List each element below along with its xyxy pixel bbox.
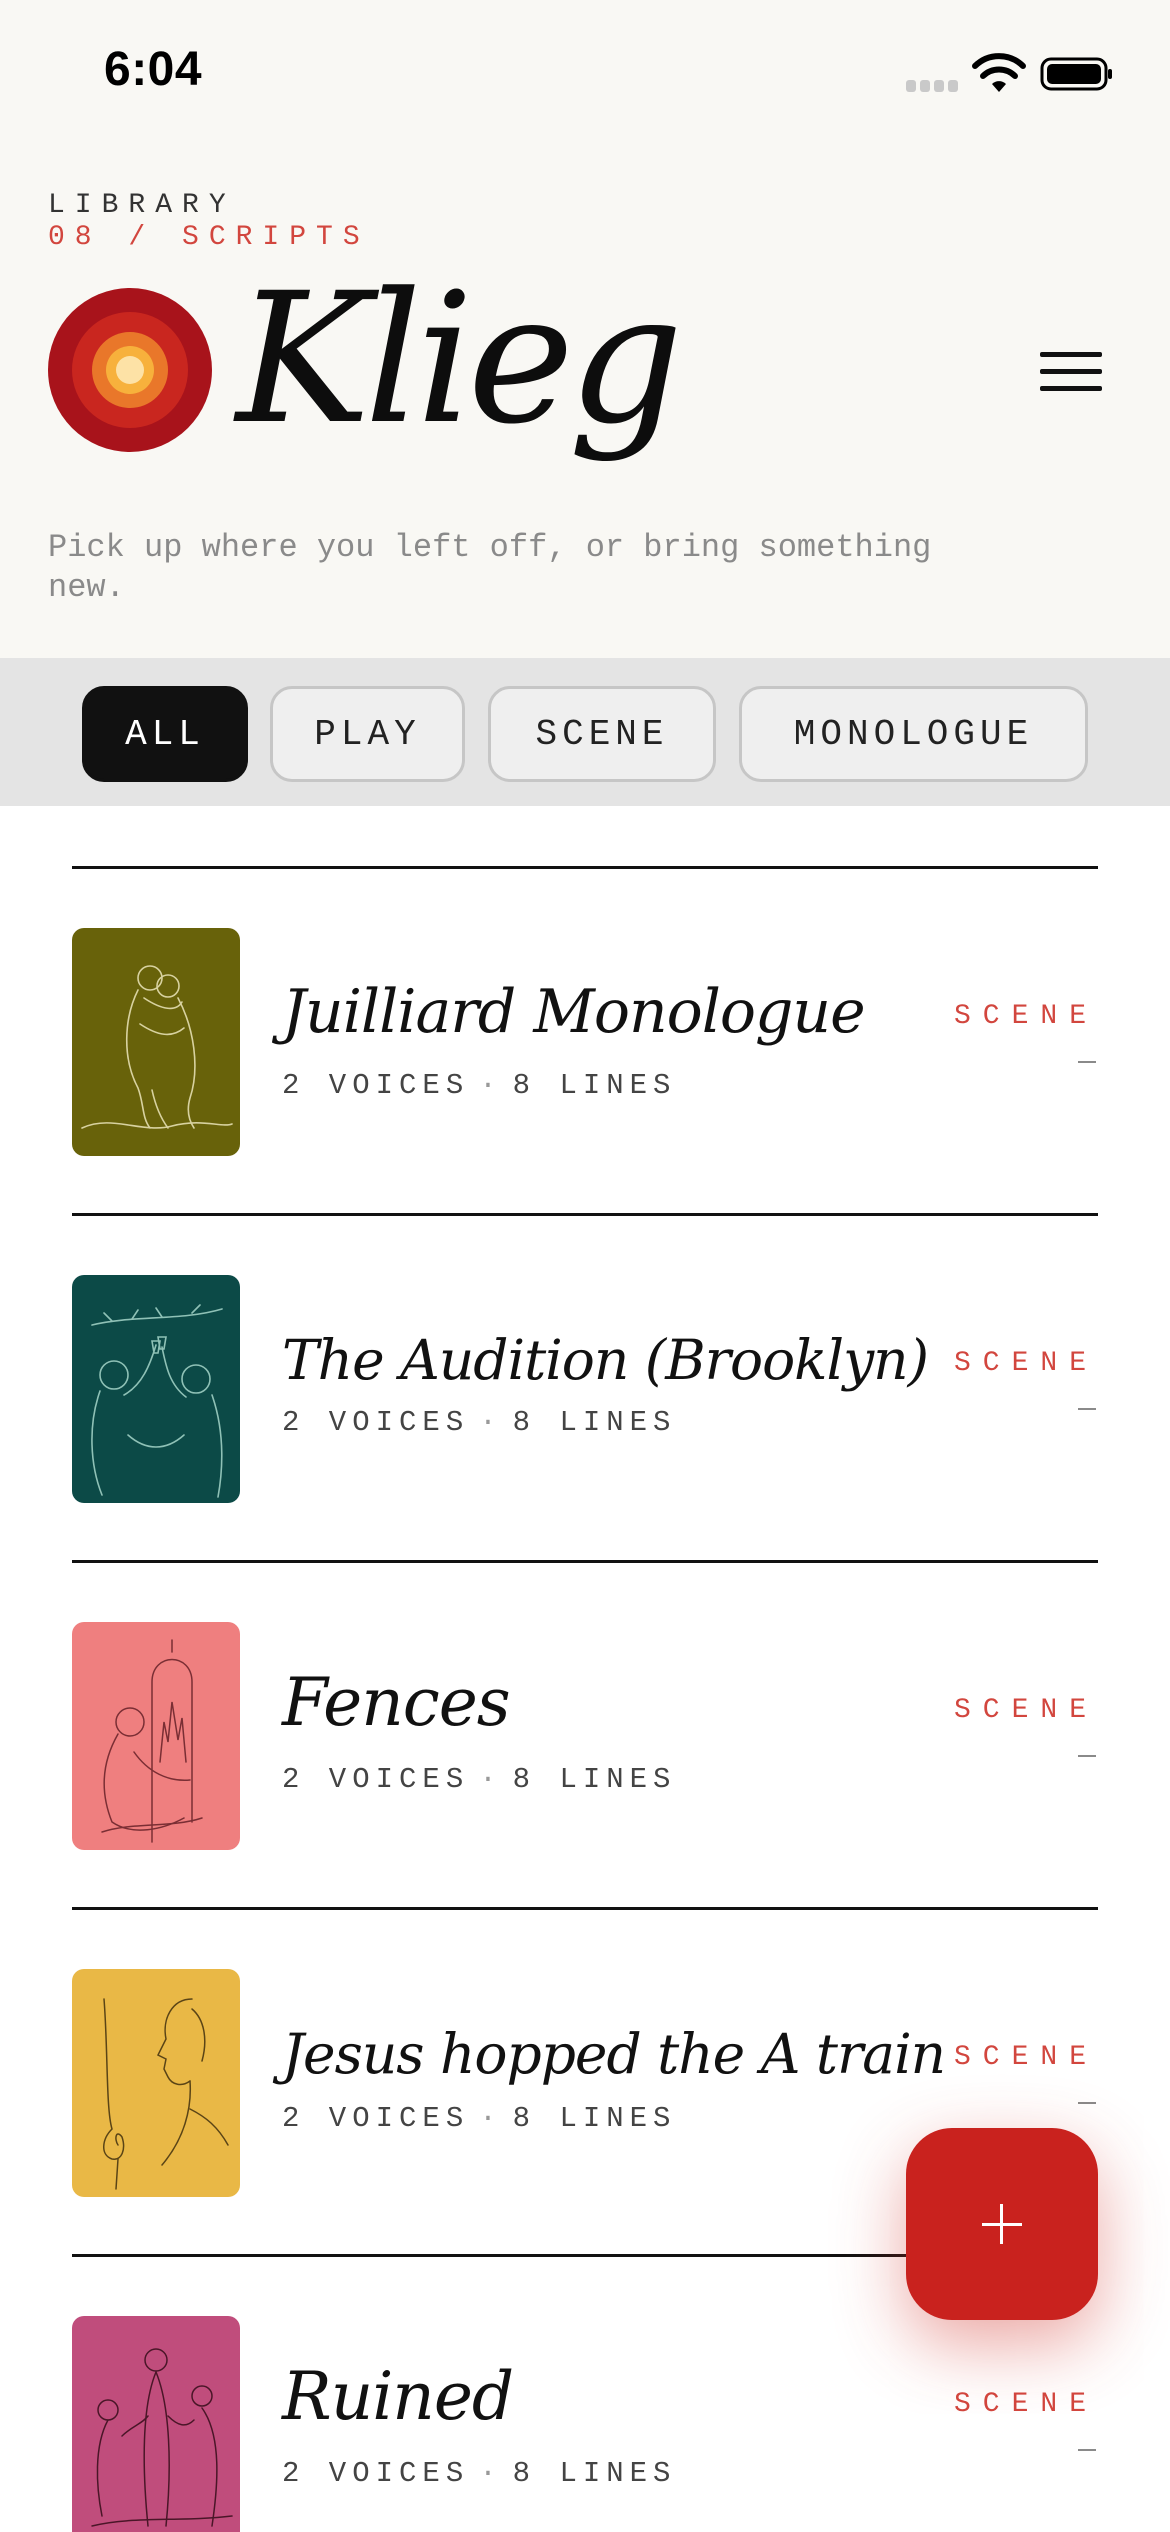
filter-chip-monologue[interactable]: MONOLOGUE [739, 686, 1088, 782]
divider-dash [1078, 1061, 1096, 1063]
script-type-tag: SCENE [953, 1695, 1098, 1726]
figure-at-window-illustration [72, 1622, 240, 1850]
script-type-tag: SCENE [953, 1348, 1098, 1379]
app-title: Klieg [236, 255, 683, 464]
filter-bar: ALL PLAY SCENE MONOLOGUE [0, 658, 1170, 806]
script-row[interactable]: Juilliard Monologue 2 VOICES · 8 LINES SCE… [72, 866, 1098, 1213]
divider-dash [1078, 2102, 1096, 2104]
embracing-couple-illustration [72, 928, 240, 1156]
toasting-figures-illustration [72, 1275, 240, 1503]
filter-chip-all[interactable]: ALL [82, 686, 248, 782]
script-type-tag: SCENE [953, 2389, 1098, 2420]
divider-dash [1078, 2449, 1096, 2451]
status-time: 6:04 [104, 43, 203, 96]
script-meta: 2 VOICES · 8 LINES [282, 1763, 677, 1796]
script-title: The Audition (Brooklyn) [282, 1328, 929, 1392]
script-count: 08 / SCRIPTS [48, 222, 370, 253]
script-type-tag: SCENE [953, 2042, 1098, 2073]
script-meta: 2 VOICES · 8 LINES [282, 2457, 677, 2490]
filter-chip-scene[interactable]: SCENE [488, 686, 716, 782]
library-eyebrow: LIBRARY [48, 190, 236, 221]
wifi-icon [972, 53, 1026, 92]
add-script-button[interactable] [906, 2128, 1098, 2320]
script-type-tag: SCENE [953, 1001, 1098, 1032]
status-bar: 6:04 [0, 0, 1170, 150]
script-row[interactable]: Fences 2 VOICES · 8 LINES SCENE [72, 1560, 1098, 1907]
filter-chip-play[interactable]: PLAY [270, 686, 465, 782]
script-row[interactable]: The Audition (Brooklyn) 2 VOICES · 8 LINES… [72, 1213, 1098, 1560]
page-subtitle: Pick up where you left off, or bring som… [48, 529, 932, 606]
cellular-signal-icon [906, 80, 960, 92]
face-profile-illustration [72, 1969, 240, 2197]
three-women-illustration [72, 2316, 240, 2532]
script-title: Fences [282, 1664, 511, 1741]
script-meta: 2 VOICES · 8 LINES [282, 1406, 677, 1439]
script-title: Jesus hopped the A train [282, 2022, 946, 2086]
script-meta: 2 VOICES · 8 LINES [282, 2102, 677, 2135]
klieg-logo-icon [48, 288, 212, 452]
script-title: Ruined [282, 2358, 514, 2435]
battery-icon [1040, 57, 1112, 91]
hamburger-menu-icon[interactable] [1040, 352, 1102, 392]
script-title: Juilliard Monologue [282, 977, 866, 1047]
script-meta: 2 VOICES · 8 LINES [282, 1069, 677, 1102]
divider-dash [1078, 1755, 1096, 1757]
divider-dash [1078, 1408, 1096, 1410]
